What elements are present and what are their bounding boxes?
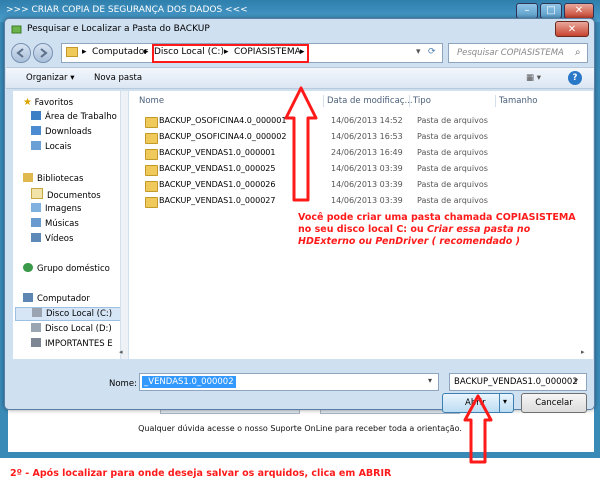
annotation-line-2: no seu disco local C: ou Criar essa past… xyxy=(298,224,598,236)
arrow-up-to-path xyxy=(284,86,318,202)
bottom-instruction: 2º - Após localizar para onde deseja sal… xyxy=(10,468,392,479)
annotation-line-1: Você pode criar uma pasta chamada COPIAS… xyxy=(298,212,576,223)
arrow-up-to-open-button xyxy=(463,394,493,464)
annotation-note: Você pode criar uma pasta chamada COPIAS… xyxy=(298,212,598,248)
annotation-line-3: HDExterno ou PenDriver ( recomendado ) xyxy=(298,236,520,247)
annotation-line-2-text: no seu disco local C: ou xyxy=(298,224,424,235)
annotation-line-2-italic: Criar essa pasta no xyxy=(427,224,531,235)
